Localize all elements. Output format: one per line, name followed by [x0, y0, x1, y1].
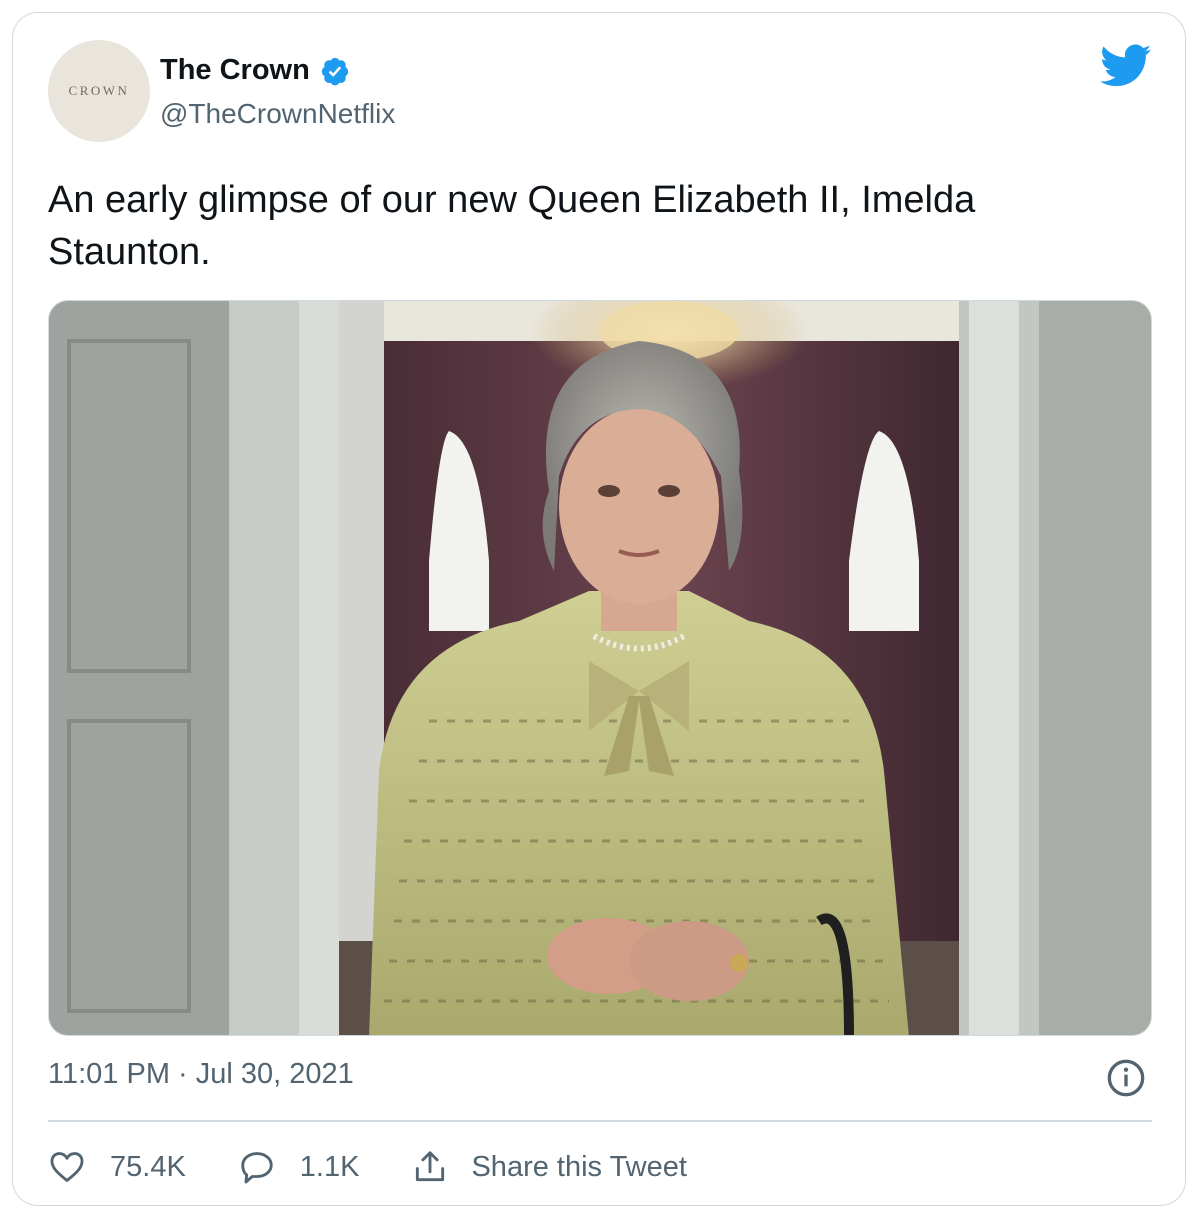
reply-button[interactable]: 1.1K: [238, 1148, 360, 1186]
display-name[interactable]: The Crown: [160, 54, 310, 87]
reply-bubble-icon: [241, 1152, 273, 1184]
twitter-bird-icon[interactable]: [1100, 44, 1152, 88]
share-button[interactable]: Share this Tweet: [411, 1148, 687, 1186]
avatar[interactable]: CROWN: [48, 40, 150, 142]
avatar-logo-text: CROWN: [68, 83, 130, 98]
divider: [48, 1120, 1152, 1122]
account-name-row: The Crown: [160, 54, 350, 87]
like-button[interactable]: 75.4K: [48, 1148, 186, 1186]
photo-illustration: [49, 301, 1151, 1035]
share-label: Share this Tweet: [471, 1150, 687, 1183]
info-icon[interactable]: [1106, 1058, 1146, 1098]
heart-icon: [50, 1152, 84, 1182]
like-count: 75.4K: [110, 1150, 186, 1183]
tweet-actions: 75.4K 1.1K Share this Tweet: [48, 1142, 739, 1192]
tweet-photo[interactable]: [48, 300, 1152, 1036]
share-icon: [416, 1151, 445, 1182]
tweet-text: An early glimpse of our new Queen Elizab…: [48, 179, 976, 273]
reply-count: 1.1K: [299, 1150, 360, 1183]
verified-badge-icon: [321, 57, 348, 85]
account-handle[interactable]: @TheCrownNetflix: [160, 98, 395, 130]
tweet-timestamp[interactable]: 11:01 PM · Jul 30, 2021: [48, 1058, 354, 1091]
